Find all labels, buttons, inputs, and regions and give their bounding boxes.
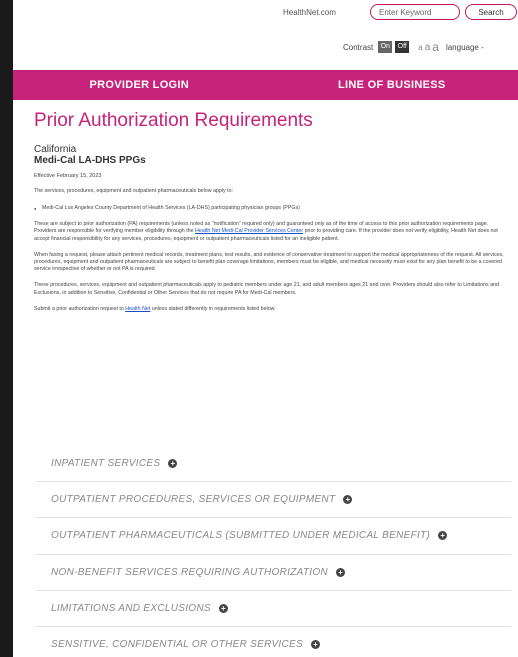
accordion-limitations-exclusions[interactable]: LIMITATIONS AND EXCLUSIONS + — [36, 591, 511, 627]
eligibility-paragraph: These are subject to prior authorization… — [34, 221, 509, 243]
state-heading: California — [34, 144, 77, 155]
plus-circle-icon[interactable]: + — [310, 640, 320, 650]
accordion-label: SENSITIVE, CONFIDENTIAL OR OTHER SERVICE… — [51, 639, 303, 651]
line-of-business-menu[interactable]: LINE OF BUSINESS — [266, 70, 518, 100]
health-net-link[interactable]: Health Net — [125, 306, 150, 312]
plus-circle-icon[interactable]: + — [168, 459, 178, 469]
top-bar: HealthNet.com Search — [13, 0, 518, 28]
submit-text-start: Submit a prior authorization request to — [34, 305, 126, 312]
accordion-label: OUTPATIENT PHARMACEUTICALS (SUBMITTED UN… — [51, 530, 431, 542]
faxing-paragraph: When faxing a request, please attach per… — [34, 251, 504, 273]
page: HealthNet.com Search Contrast On Off a a… — [13, 0, 518, 657]
contrast-on-button[interactable]: On — [378, 41, 393, 53]
accordion-outpatient-procedures[interactable]: OUTPATIENT PROCEDURES, SERVICES OR EQUIP… — [36, 482, 511, 519]
submit-text-end: unless stated differently in requirement… — [150, 305, 276, 312]
accordion-label: OUTPATIENT PROCEDURES, SERVICES OR EQUIP… — [51, 494, 336, 506]
accordion-inpatient-services[interactable]: INPATIENT SERVICES + — [36, 446, 511, 483]
contrast-label: Contrast — [343, 42, 374, 52]
healthnet-link[interactable]: HealthNet.com — [283, 8, 336, 17]
submit-paragraph: Submit a prior authorization request to … — [34, 306, 509, 313]
intro-text: The services, procedures, equipment and … — [34, 188, 234, 194]
language-selector[interactable]: language - — [446, 43, 484, 52]
plus-circle-icon[interactable]: + — [335, 567, 345, 577]
plus-circle-icon[interactable]: + — [343, 495, 353, 505]
text-size-small[interactable]: a — [418, 43, 422, 52]
effective-date: Effective February 15, 2023 — [34, 173, 102, 179]
plus-circle-icon[interactable]: + — [438, 531, 448, 541]
text-size-large[interactable]: a — [432, 40, 439, 54]
provider-login-link[interactable]: PROVIDER LOGIN — [13, 70, 266, 100]
provider-services-link[interactable]: Health Net Medi-Cal Provider Services Ce… — [195, 228, 303, 234]
contrast-off-button[interactable]: Off — [395, 41, 410, 53]
main-nav: PROVIDER LOGIN LINE OF BUSINESS — [13, 70, 518, 100]
accordion-label: INPATIENT SERVICES — [51, 458, 161, 470]
accordion-sensitive-services[interactable]: SENSITIVE, CONFIDENTIAL OR OTHER SERVICE… — [36, 627, 511, 657]
search-button[interactable]: Search — [465, 4, 517, 20]
page-title: Prior Authorization Requirements — [34, 110, 313, 131]
text-size-medium[interactable]: a — [425, 42, 431, 53]
program-heading: Medi-Cal LA-DHS PPGs — [34, 155, 146, 166]
accessibility-bar: Contrast On Off a a a language - — [343, 40, 484, 54]
accordion-label: NON-BENEFIT SERVICES REQUIRING AUTHORIZA… — [51, 566, 328, 578]
requirements-accordion: INPATIENT SERVICES + OUTPATIENT PROCEDUR… — [36, 446, 511, 657]
accordion-outpatient-pharmaceuticals[interactable]: OUTPATIENT PHARMACEUTICALS (SUBMITTED UN… — [36, 518, 511, 555]
accordion-label: LIMITATIONS AND EXCLUSIONS — [51, 602, 211, 614]
applicability-paragraph: These procedures, services, equipment an… — [34, 282, 499, 296]
accordion-non-benefit-services[interactable]: NON-BENEFIT SERVICES REQUIRING AUTHORIZA… — [36, 555, 511, 591]
main-content: Prior Authorization Requirements Califor… — [34, 110, 509, 313]
list-item: Medi-Cal Los Angeles County Department o… — [34, 205, 509, 212]
plus-circle-icon[interactable]: + — [218, 603, 228, 613]
search-input[interactable] — [370, 4, 460, 20]
